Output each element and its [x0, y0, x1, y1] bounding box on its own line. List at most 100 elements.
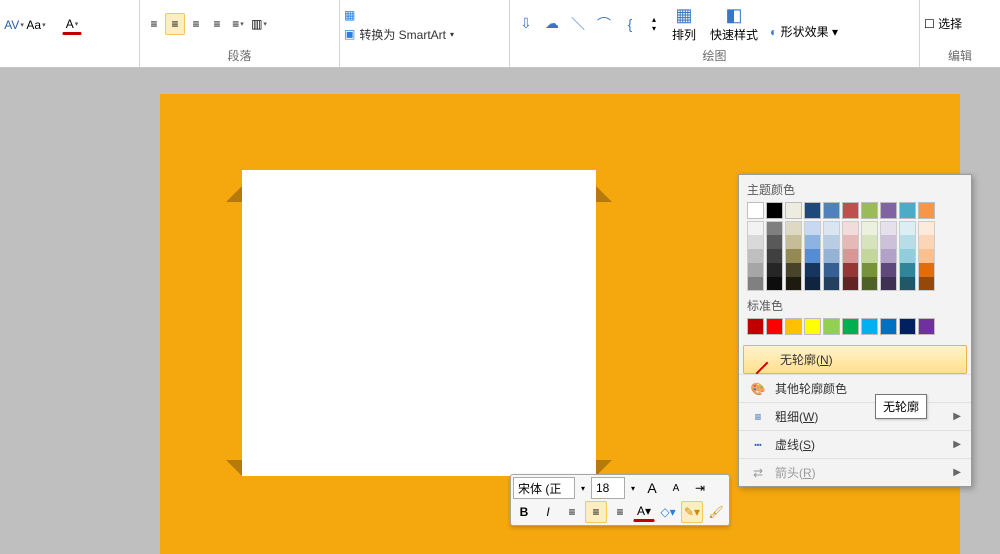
- color-swatch[interactable]: [785, 263, 802, 277]
- color-swatch[interactable]: [747, 221, 764, 235]
- shrink-font-button[interactable]: A: [665, 477, 687, 499]
- color-swatch[interactable]: [880, 263, 897, 277]
- color-swatch[interactable]: [766, 235, 783, 249]
- mini-format-painter[interactable]: 🖌: [705, 501, 727, 523]
- color-swatch[interactable]: [842, 277, 859, 291]
- color-swatch[interactable]: [804, 235, 821, 249]
- align-left-button[interactable]: ≡: [144, 13, 164, 35]
- align-text-button[interactable]: ▦: [344, 8, 363, 22]
- change-case-button[interactable]: Aa: [26, 14, 46, 36]
- color-swatch[interactable]: [766, 221, 783, 235]
- align-right-button[interactable]: ≡: [186, 13, 206, 35]
- shape-curve-icon[interactable]: ⌒: [592, 12, 616, 36]
- color-swatch[interactable]: [861, 318, 878, 335]
- indent-button[interactable]: ⇥: [689, 477, 711, 499]
- color-swatch[interactable]: [842, 235, 859, 249]
- mini-align-left[interactable]: ≡: [561, 501, 583, 523]
- color-swatch[interactable]: [899, 318, 916, 335]
- color-swatch[interactable]: [918, 263, 935, 277]
- weight-item[interactable]: ≡ 粗细(W) ▶: [739, 402, 971, 430]
- color-swatch[interactable]: [747, 277, 764, 291]
- color-swatch[interactable]: [823, 235, 840, 249]
- color-swatch[interactable]: [747, 263, 764, 277]
- shape-fill-button[interactable]: [770, 7, 838, 21]
- mini-font-color[interactable]: A▾: [633, 503, 655, 522]
- grow-font-button[interactable]: A: [641, 477, 663, 499]
- color-swatch[interactable]: [842, 221, 859, 235]
- color-swatch[interactable]: [880, 277, 897, 291]
- color-swatch[interactable]: [785, 235, 802, 249]
- color-swatch[interactable]: [842, 249, 859, 263]
- color-swatch[interactable]: [785, 249, 802, 263]
- color-swatch[interactable]: [747, 202, 764, 219]
- color-swatch[interactable]: [899, 263, 916, 277]
- color-swatch[interactable]: [880, 221, 897, 235]
- color-swatch[interactable]: [861, 221, 878, 235]
- line-spacing-button[interactable]: ≡: [228, 13, 248, 35]
- color-swatch[interactable]: [804, 249, 821, 263]
- color-swatch[interactable]: [918, 277, 935, 291]
- arrange-button[interactable]: ▦ 排列: [672, 5, 696, 43]
- color-swatch[interactable]: [918, 235, 935, 249]
- align-center-button[interactable]: ≡: [165, 13, 185, 35]
- color-swatch[interactable]: [804, 221, 821, 235]
- color-swatch[interactable]: [861, 235, 878, 249]
- color-swatch[interactable]: [823, 277, 840, 291]
- font-size-drop[interactable]: ▾: [627, 477, 639, 499]
- font-color-button[interactable]: A: [62, 15, 82, 35]
- dashes-item[interactable]: ┅ 虚线(S) ▶: [739, 430, 971, 458]
- color-swatch[interactable]: [861, 277, 878, 291]
- color-swatch[interactable]: [823, 249, 840, 263]
- shape-bracket-icon[interactable]: {: [618, 12, 642, 36]
- color-swatch[interactable]: [899, 221, 916, 235]
- mini-shape-fill[interactable]: ◇▾: [657, 501, 679, 523]
- color-swatch[interactable]: [880, 235, 897, 249]
- shape-cloud-icon[interactable]: ☁: [540, 12, 564, 36]
- color-swatch[interactable]: [766, 318, 783, 335]
- color-swatch[interactable]: [842, 263, 859, 277]
- font-name-field[interactable]: [513, 477, 575, 499]
- color-swatch[interactable]: [842, 318, 859, 335]
- color-swatch[interactable]: [899, 235, 916, 249]
- color-swatch[interactable]: [861, 202, 878, 219]
- bold-button[interactable]: B: [513, 501, 535, 523]
- shape-effects-button[interactable]: ◐ 形状效果 ▾: [770, 23, 838, 40]
- no-outline-item[interactable]: 无轮廓(N): [743, 345, 967, 374]
- mini-align-center[interactable]: ≡: [585, 501, 607, 523]
- color-swatch[interactable]: [766, 277, 783, 291]
- color-swatch[interactable]: [785, 202, 802, 219]
- color-swatch[interactable]: [918, 221, 935, 235]
- shape-line-icon[interactable]: ＼: [566, 12, 590, 36]
- quick-styles-button[interactable]: ◧ 快速样式: [710, 5, 758, 43]
- color-swatch[interactable]: [918, 249, 935, 263]
- color-swatch[interactable]: [804, 277, 821, 291]
- font-size-field[interactable]: [591, 477, 625, 499]
- more-outline-colors-item[interactable]: 🎨 其他轮廓颜色: [739, 374, 971, 402]
- select-button[interactable]: ☐ 选择: [924, 15, 962, 32]
- color-swatch[interactable]: [766, 249, 783, 263]
- align-justify-button[interactable]: ≡: [207, 13, 227, 35]
- color-swatch[interactable]: [766, 202, 783, 219]
- font-name-drop[interactable]: ▾: [577, 477, 589, 499]
- color-swatch[interactable]: [842, 202, 859, 219]
- color-swatch[interactable]: [823, 263, 840, 277]
- selected-shape[interactable]: [242, 170, 596, 476]
- color-swatch[interactable]: [804, 202, 821, 219]
- color-swatch[interactable]: [918, 202, 935, 219]
- mini-align-right[interactable]: ≡: [609, 501, 631, 523]
- color-swatch[interactable]: [899, 202, 916, 219]
- color-swatch[interactable]: [861, 263, 878, 277]
- color-swatch[interactable]: [880, 249, 897, 263]
- color-swatch[interactable]: [899, 249, 916, 263]
- color-swatch[interactable]: [785, 221, 802, 235]
- char-spacing-button[interactable]: AV: [4, 14, 24, 36]
- mini-shape-outline[interactable]: ✎▾: [681, 501, 703, 523]
- color-swatch[interactable]: [823, 318, 840, 335]
- italic-button[interactable]: I: [537, 501, 559, 523]
- shapes-more-button[interactable]: ▴▾: [644, 13, 664, 35]
- color-swatch[interactable]: [747, 249, 764, 263]
- color-swatch[interactable]: [747, 318, 764, 335]
- color-swatch[interactable]: [785, 318, 802, 335]
- columns-button[interactable]: ▥: [249, 13, 269, 35]
- color-swatch[interactable]: [804, 318, 821, 335]
